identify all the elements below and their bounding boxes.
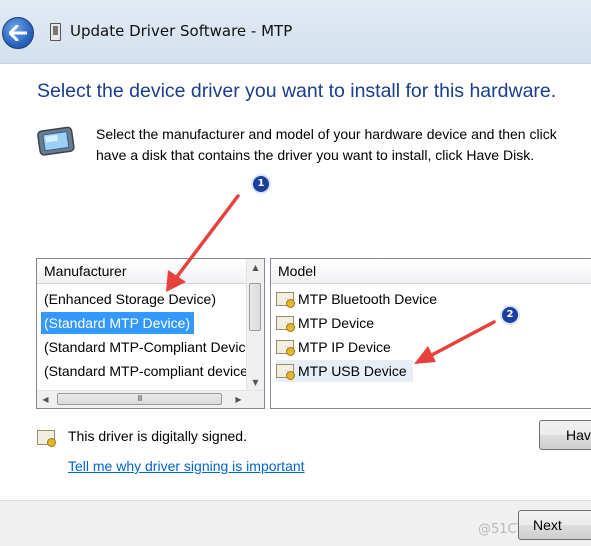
model-column-header[interactable]: Model bbox=[271, 259, 591, 284]
scroll-left-icon[interactable]: ◀ bbox=[37, 391, 54, 408]
manufacturer-horizontal-scrollbar[interactable]: ◀ III ▶ bbox=[37, 390, 264, 408]
certificate-icon bbox=[276, 292, 295, 308]
model-item[interactable]: MTP Bluetooth Device bbox=[276, 288, 437, 310]
device-manager-icon bbox=[50, 23, 61, 41]
signed-certificate-icon bbox=[37, 430, 56, 447]
scroll-thumb[interactable] bbox=[249, 283, 261, 331]
scroll-thumb-horizontal[interactable]: III bbox=[57, 393, 222, 405]
back-arrow-icon bbox=[9, 25, 27, 41]
manufacturer-item[interactable]: (Enhanced Storage Device) bbox=[41, 288, 249, 310]
scroll-down-icon[interactable]: ▼ bbox=[247, 374, 264, 391]
certificate-icon bbox=[276, 364, 295, 380]
description: Select the manufacturer and model of you… bbox=[96, 124, 591, 166]
back-button[interactable] bbox=[2, 17, 34, 49]
window-title: Update Driver Software - MTP bbox=[70, 22, 293, 40]
model-item-label: MTP Device bbox=[298, 315, 374, 331]
hardware-device-icon bbox=[37, 126, 75, 156]
title-bar: Update Driver Software - MTP bbox=[0, 0, 591, 64]
model-item-label: MTP Bluetooth Device bbox=[298, 291, 438, 307]
annotation-badge-1: 1 bbox=[251, 174, 271, 194]
model-item-highlighted[interactable]: MTP USB Device bbox=[276, 360, 413, 382]
signed-status-text: This driver is digitally signed. bbox=[68, 428, 247, 444]
manufacturer-item[interactable]: (Standard MTP-compliant device) bbox=[41, 360, 249, 382]
model-item-label: MTP IP Device bbox=[298, 339, 391, 355]
manufacturer-column-header[interactable]: Manufacturer bbox=[37, 259, 264, 284]
next-button[interactable]: Next bbox=[518, 510, 591, 540]
certificate-icon bbox=[276, 316, 295, 332]
model-list[interactable]: Model MTP Bluetooth Device MTP Device MT… bbox=[270, 258, 591, 409]
model-item[interactable]: MTP IP Device bbox=[276, 336, 391, 358]
scroll-right-icon[interactable]: ▶ bbox=[230, 391, 247, 408]
manufacturer-item[interactable]: (Standard MTP-Compliant Device) bbox=[41, 336, 249, 358]
page-heading: Select the device driver you want to ins… bbox=[37, 80, 557, 102]
description-line-1: Select the manufacturer and model of you… bbox=[96, 126, 557, 142]
model-item[interactable]: MTP Device bbox=[276, 312, 374, 334]
manufacturer-item-selected[interactable]: (Standard MTP Device) bbox=[41, 312, 195, 334]
driver-signing-link[interactable]: Tell me why driver signing is important bbox=[68, 458, 305, 474]
model-item-label: MTP USB Device bbox=[298, 363, 407, 379]
description-line-2: have a disk that contains the driver you… bbox=[96, 147, 535, 163]
annotation-badge-2: 2 bbox=[500, 305, 520, 325]
manufacturer-vertical-scrollbar[interactable]: ▲ ▼ bbox=[246, 259, 264, 391]
have-disk-button[interactable]: Have Disk... bbox=[539, 420, 591, 450]
scroll-up-icon[interactable]: ▲ bbox=[247, 259, 264, 276]
certificate-icon bbox=[276, 340, 295, 356]
manufacturer-list[interactable]: Manufacturer (Enhanced Storage Device) (… bbox=[36, 258, 265, 409]
